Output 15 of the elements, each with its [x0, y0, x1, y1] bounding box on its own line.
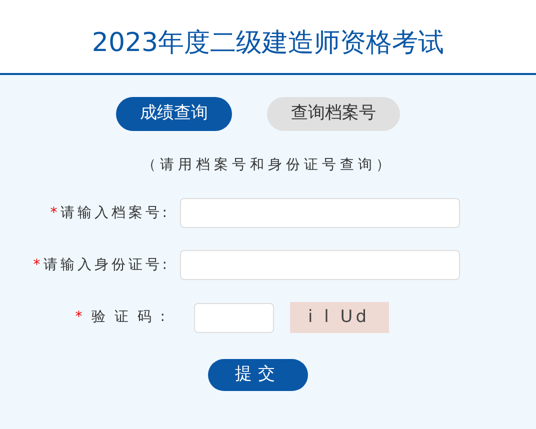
field-label: 请输入身份证号: — [43, 256, 170, 272]
tab[interactable]: 查询档案号 — [267, 97, 400, 131]
field-label: 请输入档案号: — [60, 204, 170, 220]
field-label: 验证码: — [91, 309, 174, 325]
submit-button[interactable]: 提交 — [208, 359, 308, 391]
input-field[interactable] — [180, 198, 460, 228]
captcha-image[interactable]: i l Ud — [290, 302, 389, 333]
page-title: 2023年度二级建造师资格考试 — [92, 27, 444, 60]
captcha-field[interactable] — [194, 302, 274, 332]
tab[interactable]: 成绩查询 — [116, 97, 232, 131]
hint-text: （请用档案号和身份证号查询） — [141, 156, 395, 175]
required-mark: * — [50, 204, 60, 220]
required-mark: * — [33, 256, 44, 272]
input-field[interactable] — [180, 250, 460, 280]
required-mark: * — [75, 309, 92, 325]
